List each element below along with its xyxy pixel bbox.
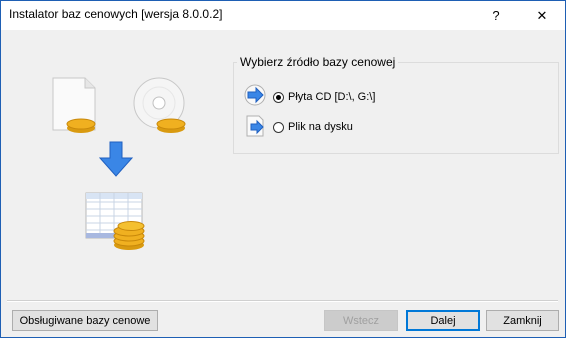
help-button[interactable]: ?	[473, 1, 519, 30]
dialog-content: Wybierz źródło bazy cenowej Płyta CD [D:…	[1, 30, 565, 337]
separator	[7, 300, 558, 302]
installer-window: Instalator baz cenowych [wersja 8.0.0.2]…	[0, 0, 566, 338]
arrow-down-icon	[98, 141, 134, 177]
coins-icon	[66, 118, 96, 133]
radio-file-button[interactable]	[273, 121, 284, 133]
back-button[interactable]: Wstecz	[324, 310, 398, 331]
coin-stack-icon	[113, 221, 145, 250]
window-title: Instalator baz cenowych [wersja 8.0.0.2]	[9, 7, 223, 21]
coins-icon	[156, 118, 186, 133]
title-bar: Instalator baz cenowych [wersja 8.0.0.2]…	[1, 1, 565, 30]
source-groupbox	[233, 62, 559, 154]
close-button[interactable]: Zamknij	[486, 310, 559, 331]
radio-cd-button[interactable]	[273, 91, 284, 103]
file-source-arrow-icon	[246, 115, 264, 137]
radio-cd-label: Płyta CD [D:\, G:\]	[288, 91, 376, 103]
radio-file-label: Plik na dysku	[288, 121, 353, 133]
source-group-label: Wybierz źródło bazy cenowej	[237, 55, 399, 69]
illustration	[52, 77, 186, 250]
supported-databases-button[interactable]: Obsługiwane bazy cenowe	[12, 310, 158, 331]
close-window-button[interactable]: ✕	[519, 1, 565, 30]
cd-source-arrow-icon	[244, 84, 266, 106]
next-button[interactable]: Dalej	[406, 310, 480, 331]
radio-cd[interactable]: Płyta CD [D:\, G:\]	[273, 91, 375, 103]
radio-file[interactable]: Plik na dysku	[273, 121, 353, 133]
